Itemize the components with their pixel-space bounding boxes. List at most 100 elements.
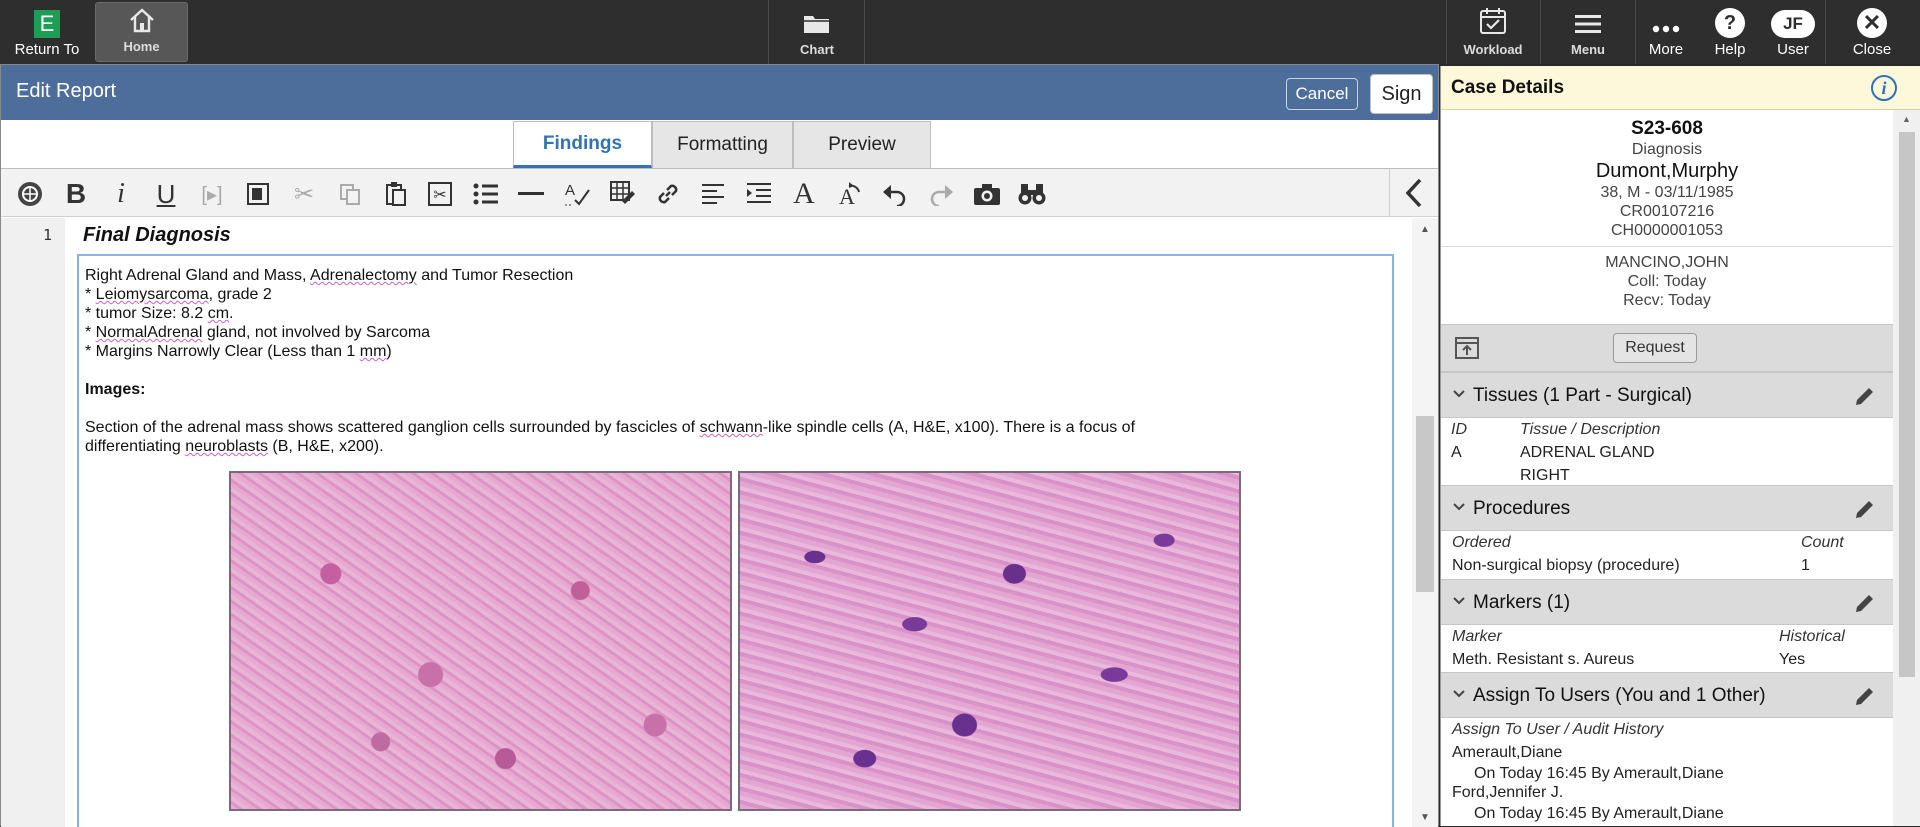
pencil-icon[interactable] — [1853, 384, 1877, 408]
case-details-panel: Case Details i S23-608 Diagnosis Dumont,… — [1440, 66, 1920, 826]
edit-report-pane: Edit Report Cancel Sign Findings Formatt… — [0, 64, 1439, 827]
findings-text-area[interactable]: Right Adrenal Gland and Mass, Adrenalect… — [77, 254, 1394, 827]
close-label: Close — [1852, 41, 1892, 58]
user-avatar: JF — [1771, 10, 1815, 38]
pencil-icon[interactable] — [1853, 497, 1877, 521]
link-icon[interactable] — [653, 179, 683, 209]
menu-button[interactable]: Menu — [1541, 0, 1635, 64]
marker-historical: Yes — [1779, 651, 1806, 668]
document-scrollbar[interactable]: ▲ ▼ — [1412, 218, 1438, 827]
section-title: Final Diagnosis — [83, 224, 231, 246]
ch-number: CH0000001053 — [1610, 222, 1724, 239]
font-icon[interactable]: A — [789, 177, 819, 210]
pencil-icon[interactable] — [1853, 684, 1877, 708]
received-date: Recv: Today — [1623, 292, 1711, 309]
chart-button[interactable]: Chart — [770, 0, 864, 64]
procedures-section-header[interactable]: Procedures — [1441, 485, 1893, 531]
provider-name: MANCINO,JOHN — [1605, 254, 1729, 271]
assign-users-section-header[interactable]: Assign To Users (You and 1 Other) — [1441, 672, 1893, 718]
help-label: Help — [1714, 41, 1746, 58]
report-document[interactable]: Final Diagnosis Right Adrenal Gland and … — [65, 218, 1412, 827]
images-heading: Images: — [85, 381, 146, 398]
tab-preview[interactable]: Preview — [793, 121, 931, 168]
tissues-col-id: ID — [1451, 421, 1467, 438]
user-button[interactable]: JF User — [1762, 0, 1824, 64]
top-toolbar: E Return To Home Chart Workload Menu Mor… — [0, 0, 1920, 64]
cancel-button[interactable]: Cancel — [1286, 78, 1358, 110]
scrollbar-thumb[interactable] — [1416, 416, 1434, 592]
indent-icon[interactable] — [744, 179, 774, 209]
copy-icon[interactable] — [335, 179, 365, 209]
spell-check-icon[interactable]: A — [562, 179, 592, 209]
workload-button[interactable]: Workload — [1447, 0, 1539, 64]
align-left-icon[interactable] — [698, 179, 728, 209]
more-button[interactable]: More — [1636, 0, 1696, 64]
markers-section-header[interactable]: Markers (1) — [1441, 579, 1893, 625]
patient-summary: S23-608 Diagnosis Dumont,Murphy 38, M - … — [1441, 118, 1893, 310]
home-button[interactable]: Home — [95, 2, 188, 62]
line-number: 1 — [43, 226, 53, 244]
clear-format-icon[interactable]: A — [834, 179, 864, 209]
tissue-desc-1: ADRENAL GLAND — [1520, 444, 1655, 461]
help-button[interactable]: ? Help — [1700, 0, 1760, 64]
tissues-col-desc: Tissue / Description — [1520, 421, 1661, 438]
case-id: S23-608 — [1631, 118, 1703, 139]
assigned-user: Amerault,Diane — [1452, 744, 1563, 761]
hamburger-menu-icon — [1575, 15, 1601, 33]
tissues-section-header[interactable]: Tissues (1 Part - Surgical) — [1441, 372, 1893, 418]
patient-name: Dumont,Murphy — [1595, 160, 1739, 182]
workload-label: Workload — [1463, 42, 1523, 57]
request-bar: Request — [1441, 324, 1893, 372]
close-button[interactable]: ✕ Close — [1826, 0, 1918, 64]
home-label: Home — [123, 39, 160, 54]
cut-icon[interactable]: ✂ — [289, 179, 319, 209]
text-line: differentiating neuroblasts (B, H&E, x20… — [85, 438, 384, 455]
scrollbar-thumb[interactable] — [1899, 132, 1915, 677]
case-details-scrollbar[interactable]: ▲ — [1893, 110, 1920, 826]
calendar-check-icon — [1480, 8, 1506, 34]
chevron-down-icon — [1453, 390, 1465, 398]
table-edit-icon[interactable] — [608, 179, 638, 209]
sign-button[interactable]: Sign — [1370, 74, 1433, 114]
redo-icon[interactable] — [926, 179, 956, 209]
cut-box-icon[interactable]: ✂ — [425, 179, 455, 209]
histology-images — [229, 471, 1241, 811]
binoculars-icon[interactable] — [1017, 179, 1047, 209]
pencil-icon[interactable] — [1853, 591, 1877, 615]
case-type: Diagnosis — [1631, 141, 1703, 158]
chevron-down-icon — [1453, 597, 1465, 605]
italic-icon[interactable]: i — [106, 178, 136, 209]
case-details-header: Case Details i — [1441, 66, 1920, 110]
more-dots-icon — [1652, 25, 1680, 33]
underline-icon[interactable]: U — [151, 179, 181, 209]
bold-icon[interactable]: B — [61, 178, 91, 209]
histology-image-b[interactable] — [738, 471, 1241, 811]
menu-label: Menu — [1571, 42, 1605, 57]
procedures-title: Procedures — [1473, 498, 1571, 519]
histology-image-a[interactable] — [229, 471, 732, 811]
collapse-toolbar-button[interactable] — [1389, 169, 1437, 217]
return-to-button[interactable]: E Return To — [4, 0, 90, 64]
bullet-list-icon[interactable] — [471, 179, 501, 209]
home-icon — [129, 8, 154, 33]
template-icon[interactable] — [243, 179, 273, 209]
paste-icon[interactable] — [381, 179, 411, 209]
chart-label: Chart — [800, 42, 834, 57]
chevron-down-icon — [1453, 503, 1465, 511]
camera-icon[interactable] — [972, 179, 1002, 209]
scroll-up-icon[interactable]: ▲ — [1902, 114, 1911, 124]
procedure-count: 1 — [1801, 557, 1810, 574]
archive-upload-icon[interactable] — [1455, 337, 1479, 359]
spellcheck-globe-icon[interactable] — [15, 179, 45, 209]
horizontal-rule-icon[interactable] — [516, 179, 546, 209]
separator — [864, 0, 865, 64]
tab-findings[interactable]: Findings — [513, 121, 652, 168]
tab-formatting[interactable]: Formatting — [652, 121, 793, 168]
case-details-body: S23-608 Diagnosis Dumont,Murphy 38, M - … — [1441, 110, 1893, 822]
undo-icon[interactable] — [880, 179, 910, 209]
merge-field-icon[interactable]: [▸] — [197, 179, 227, 209]
request-button[interactable]: Request — [1613, 333, 1697, 363]
info-icon[interactable]: i — [1871, 75, 1897, 101]
scroll-down-icon[interactable]: ▼ — [1420, 812, 1430, 823]
scroll-up-icon[interactable]: ▲ — [1420, 224, 1430, 235]
